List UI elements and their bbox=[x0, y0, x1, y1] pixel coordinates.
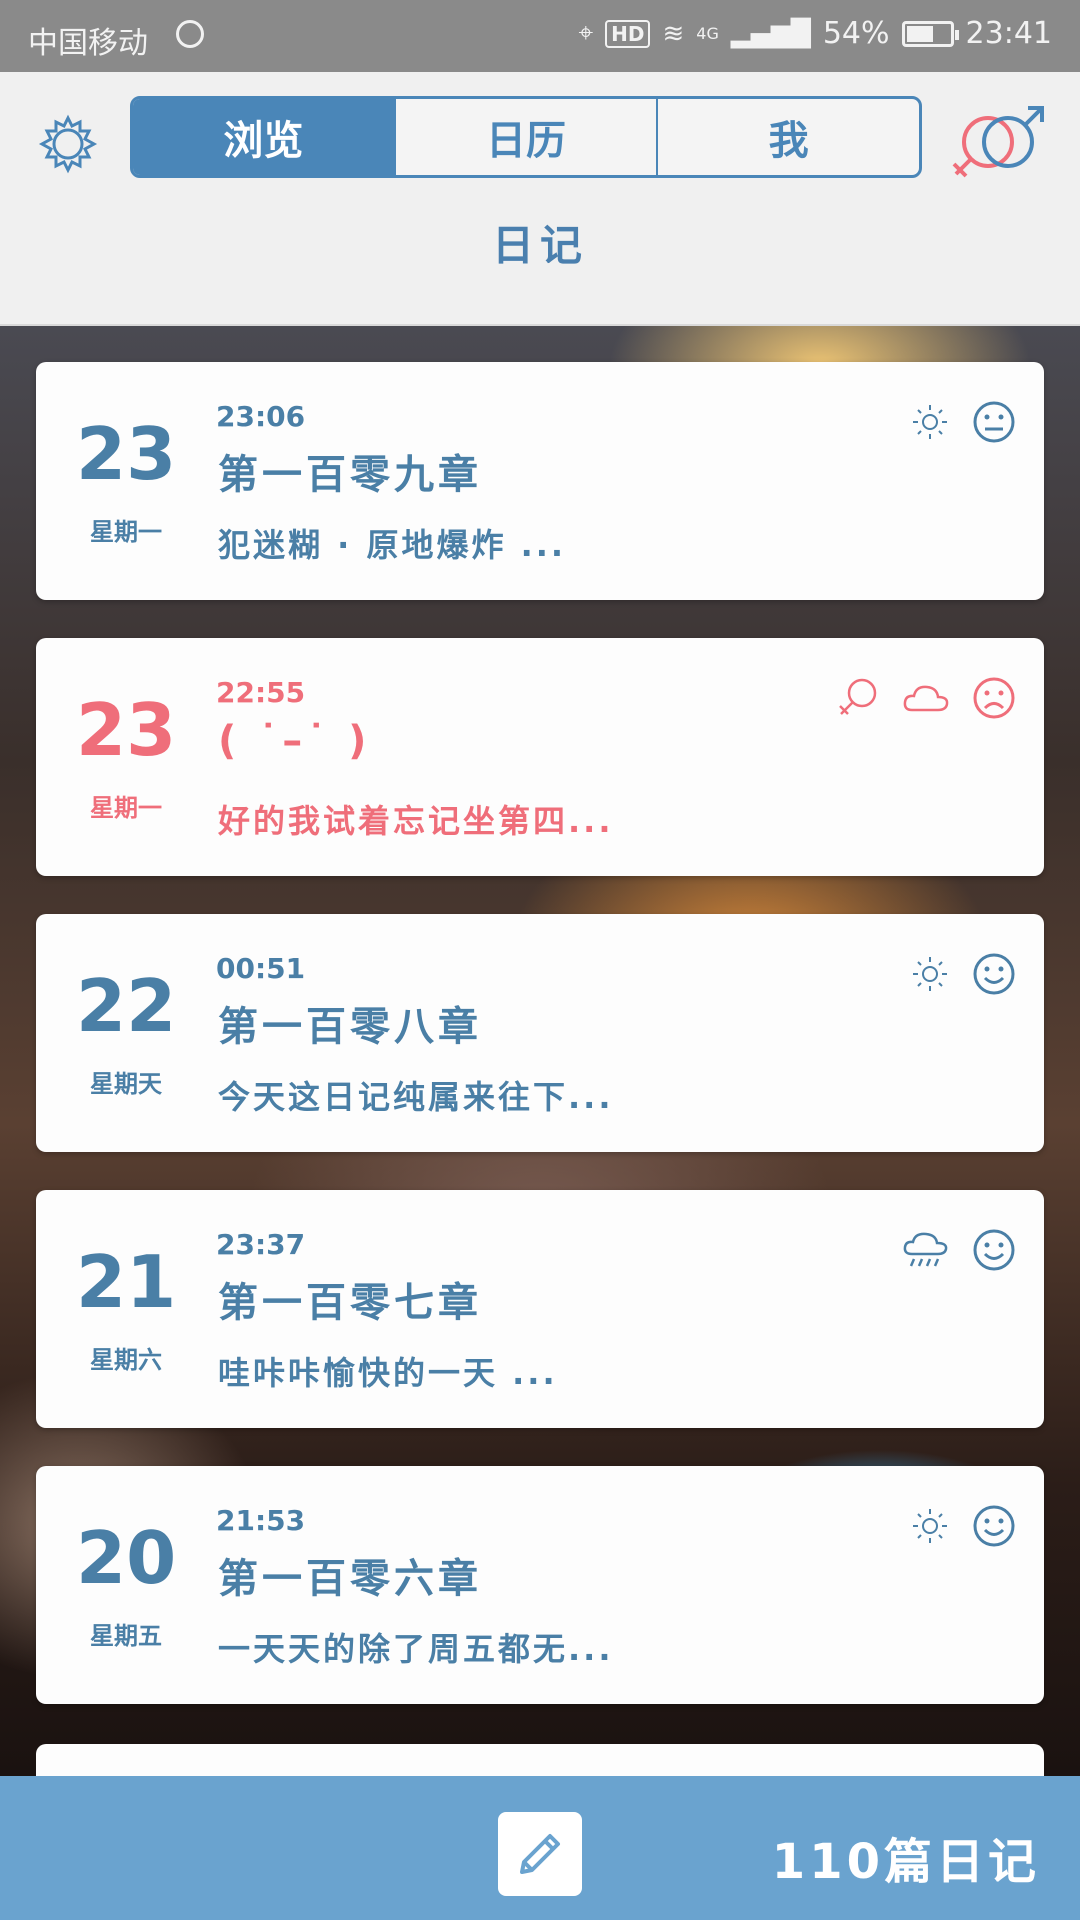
neutral-face-icon bbox=[973, 401, 1015, 443]
clock: 23:41 bbox=[965, 16, 1052, 51]
location-icon: ⌖ bbox=[578, 18, 594, 48]
new-entry-button[interactable] bbox=[498, 1812, 582, 1896]
entry-weekday: 星期五 bbox=[90, 1622, 162, 1650]
entry-time: 00:51 bbox=[216, 952, 306, 985]
stopwatch-icon bbox=[176, 20, 204, 48]
sun-icon bbox=[913, 405, 947, 439]
entry-excerpt: 好的我试着忘记坐第四... bbox=[218, 802, 614, 840]
entry-time: 23:06 bbox=[216, 400, 306, 433]
tab-browse[interactable]: 浏览 bbox=[133, 99, 396, 175]
smile-face-icon bbox=[973, 953, 1015, 995]
signal-icon: ▂▄▆█ bbox=[730, 18, 811, 49]
entry-excerpt: 一天天的除了周五都无... bbox=[218, 1630, 614, 1668]
entry-weekday: 星期一 bbox=[90, 518, 162, 546]
entry-excerpt: 犯迷糊 · 原地爆炸 ... bbox=[218, 526, 567, 564]
entry-title: 第一百零六章 bbox=[218, 1556, 482, 1602]
app-header: 浏览 日历 我 日记 bbox=[0, 72, 1080, 326]
network-label: 4G bbox=[696, 24, 719, 43]
diary-entry-card[interactable]: 20 星期五 21:53 第一百零六章 一天天的除了周五都无... bbox=[36, 1466, 1044, 1704]
sun-icon bbox=[913, 957, 947, 991]
wifi-icon: ≋ bbox=[662, 18, 685, 49]
diary-entry-card[interactable]: 22 星期天 00:51 第一百零八章 今天这日记纯属来往下... bbox=[36, 914, 1044, 1152]
entry-excerpt: 今天这日记纯属来往下... bbox=[218, 1078, 614, 1116]
entry-weekday: 星期一 bbox=[90, 794, 162, 822]
entry-title: 第一百零七章 bbox=[218, 1280, 482, 1326]
battery-icon bbox=[901, 20, 959, 47]
entry-day: 22 bbox=[76, 964, 177, 1048]
entry-day: 21 bbox=[76, 1240, 177, 1324]
cloud-icon bbox=[903, 685, 949, 712]
entry-day: 23 bbox=[76, 412, 177, 496]
diary-entry-card[interactable]: 23 星期一 22:55 ( ˙–˙ ) 好的我试着忘记坐第四... bbox=[36, 638, 1044, 876]
diary-entry-card[interactable]: 23 星期一 23:06 第一百零九章 犯迷糊 · 原地爆炸 ... bbox=[36, 362, 1044, 600]
entry-title: 第一百零九章 bbox=[218, 452, 482, 498]
entry-weekday: 星期六 bbox=[90, 1346, 162, 1374]
page-title: 日记 bbox=[491, 221, 588, 270]
battery-percent: 54% bbox=[822, 16, 890, 51]
sad-face-icon bbox=[973, 677, 1015, 719]
smile-face-icon bbox=[973, 1505, 1015, 1547]
entry-time: 21:53 bbox=[216, 1504, 306, 1537]
view-tabs: 浏览 日历 我 bbox=[130, 96, 922, 178]
status-bar: 中国移动 ⌖ HD ≋ 4G ▂▄▆█ 54% 23:41 bbox=[0, 0, 1080, 72]
sun-icon bbox=[913, 1509, 947, 1543]
tab-calendar[interactable]: 日历 bbox=[396, 99, 659, 175]
pencil-icon bbox=[520, 1834, 560, 1874]
female-icon bbox=[839, 678, 877, 715]
entry-day: 20 bbox=[76, 1516, 177, 1600]
entry-time: 22:55 bbox=[216, 676, 306, 709]
hd-label: HD bbox=[605, 19, 651, 48]
rain-icon bbox=[903, 1232, 948, 1267]
entry-time: 23:37 bbox=[216, 1228, 306, 1261]
entry-title: 第一百零八章 bbox=[218, 1004, 482, 1050]
entry-title: ( ˙–˙ ) bbox=[218, 718, 371, 764]
tab-me[interactable]: 我 bbox=[658, 99, 919, 175]
carrier-label: 中国移动 bbox=[28, 26, 148, 61]
diary-entry-card[interactable]: 21 星期六 23:37 第一百零七章 哇咔咔愉快的一天 ... bbox=[36, 1190, 1044, 1428]
entry-weekday: 星期天 bbox=[90, 1070, 162, 1098]
gear-icon[interactable] bbox=[36, 112, 100, 176]
entry-excerpt: 哇咔咔愉快的一天 ... bbox=[218, 1354, 558, 1392]
smile-face-icon bbox=[973, 1229, 1015, 1271]
entry-count: 110篇日记 bbox=[771, 1834, 1040, 1890]
entry-day: 23 bbox=[76, 688, 177, 772]
gender-icon[interactable] bbox=[950, 104, 1046, 184]
